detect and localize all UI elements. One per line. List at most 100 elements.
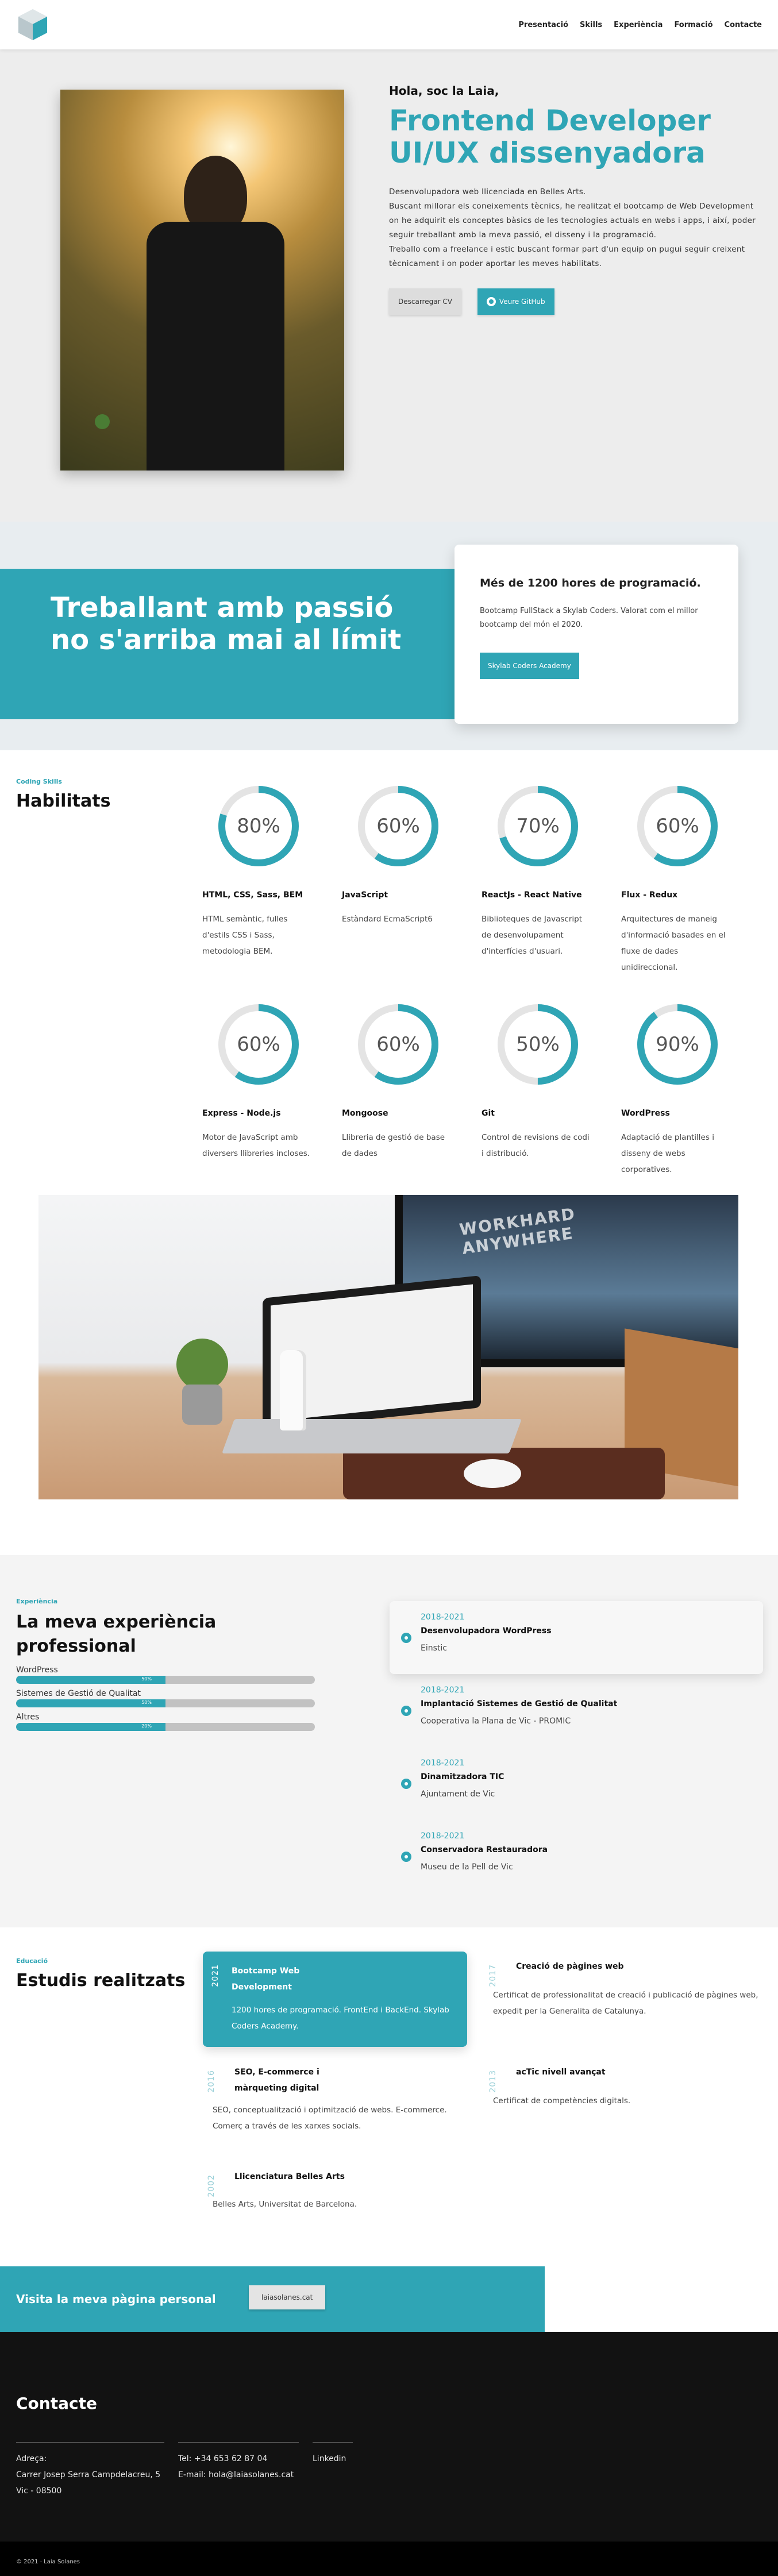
visit-text: Visita la meva pàgina personal [16,2292,216,2306]
skill-ring: 60% [636,785,719,867]
skill-ring: 60% [217,1003,300,1086]
progress-fill: 50% [16,1676,165,1684]
hero-desc-line3: Treballo com a freelance i estic buscant… [389,245,745,268]
contact-email[interactable]: E-mail: hola@laiasolanes.cat [178,2467,299,2483]
passion-section: Treballant amb passió no s'arriba mai al… [0,522,778,750]
address-line2: Vic - 08500 [16,2486,62,2496]
download-cv-button[interactable]: Descarregar CV [389,288,461,315]
skill-name: WordPress [621,1109,670,1118]
timeline-title: Conservadora Restauradora [421,1845,548,1854]
hero-desc-line2: Buscant millorar els coneixements tècnic… [389,202,756,240]
skill-item: 60% Flux - Redux Arquitectures de maneig d… [621,785,730,975]
skill-ring: 60% [357,1003,440,1086]
plant-leaves [176,1339,228,1390]
skylab-academy-button[interactable]: Skylab Coders Academy [480,653,579,679]
timeline-item[interactable]: 2018-2021 Conservadora Restauradora Muse… [390,1820,763,1893]
skill-name: Express - Node.js [202,1109,281,1118]
linkedin-link[interactable]: Linkedin [313,2451,353,2467]
progress-bar: 50% [16,1676,315,1684]
nav-experiencia[interactable]: Experiència [614,21,663,29]
education-title: Llicenciatura Belles Arts [234,2172,345,2181]
cube-logo-icon[interactable] [16,8,49,41]
skill-name: HTML, CSS, Sass, BEM [202,890,303,900]
progress-fill: 50% [16,1699,165,1707]
progress-bar: 50% [16,1699,315,1707]
photo-badge [95,414,110,429]
progress-fill: 20% [16,1723,165,1731]
skill-description: Biblioteques de Javascript de desenvolup… [482,915,582,956]
education-item[interactable]: 2016 SEO, E-commerce i màrqueting digita… [207,2064,465,2134]
experience-title: La meva experiència professional [16,1612,217,1656]
skill-name: Mongoose [342,1109,388,1118]
timeline-item[interactable]: 2018-2021 Dinamitzadora TIC Ajuntament d… [390,1747,763,1820]
contact-address: Adreça: Carrer Josep Serra Campdelacreu,… [16,2442,164,2499]
experience-timeline: 2018-2021 Desenvolupadora WordPress Eins… [390,1601,763,1893]
education-item[interactable]: 2013 acTic nivell avançat Certificat de … [488,2064,758,2109]
skill-percent: 90% [656,1033,699,1056]
visit-band: Visita la meva pàgina personal laiasolan… [0,2266,545,2332]
visit-section: Visita la meva pàgina personal laiasolan… [0,2266,778,2332]
hero-title-line1: Frontend Developer [389,104,711,137]
nav-contacte[interactable]: Contacte [725,21,762,29]
education-section: Educació Estudis realitzats 2021 Bootcam… [0,1927,778,2266]
education-year: 2002 [207,2174,216,2197]
education-item[interactable]: 2002 Llicenciatura Belles Arts Belles Ar… [207,2169,465,2212]
skill-description: Control de revisions de codi i distribuc… [482,1133,590,1158]
skill-item: 50% Git Control de revisions de codi i dis… [482,1003,591,1162]
github-button[interactable]: Veure GitHub [477,288,554,315]
education-year: 2013 [488,2070,498,2093]
experience-section: Experiència La meva experiència professi… [0,1555,778,1927]
timeline-company: Ajuntament de Vic [421,1790,495,1799]
plant-pot [182,1385,222,1425]
contact-phone[interactable]: Tel: +34 653 62 87 04 [178,2451,299,2467]
hero-buttons: Descarregar CV Veure GitHub [389,288,762,315]
skill-item: 80% HTML, CSS, Sass, BEM HTML semàntic, fu… [202,785,311,959]
address-line1: Carrer Josep Serra Campdelacreu, 5 [16,2470,161,2479]
skill-percent: 50% [516,1033,560,1056]
photo-bottle [280,1350,306,1430]
education-year: 2017 [488,1964,498,1987]
skill-item: 70% ReactJs - React Native Biblioteques de… [482,785,591,959]
progress-value: 50% [141,1676,152,1682]
hero-desc-line1: Desenvolupadora web llicenciada en Belle… [389,187,586,196]
education-item[interactable]: 2021 Bootcamp Web Development 1200 hores… [203,1952,467,2047]
bootcamp-card-title: Més de 1200 hores de programació. [480,577,701,589]
progress-value: 20% [141,1723,152,1729]
skill-ring: 90% [636,1003,719,1086]
skills-title: Habilitats [16,791,111,811]
bar-item: Altres 20% [16,1713,315,1731]
timeline-title: Implantació Sistemes de Gestió de Qualit… [421,1699,618,1709]
bar-item: Sistemes de Gestió de Qualitat 50% [16,1689,315,1707]
nav-skills[interactable]: Skills [580,21,602,29]
skill-description: Adaptació de plantilles i disseny de web… [621,1133,714,1174]
contact-title: Contacte [16,2394,97,2413]
timeline-item[interactable]: 2018-2021 Desenvolupadora WordPress Eins… [390,1601,763,1674]
contact-social: Linkedin [313,2442,353,2467]
timeline-company: Museu de la Pell de Vic [421,1862,513,1872]
timeline-dot-icon [401,1633,411,1643]
passion-title-line1: Treballant amb passió [51,592,394,624]
progress-value: 50% [141,1700,152,1705]
personal-site-button[interactable]: laiasolanes.cat [249,2285,326,2309]
address-label: Adreça: [16,2454,47,2463]
profile-photo [60,90,344,471]
photo-person-body [147,222,284,471]
education-year: 2021 [211,1964,220,1987]
skill-description: Estàndard EcmaScript6 [342,915,433,924]
photo-plant [176,1339,228,1425]
nav-presentacio[interactable]: Presentació [518,21,568,29]
nav-formacio[interactable]: Formació [674,21,712,29]
skill-description: Arquitectures de maneig d'informació bas… [621,915,726,972]
education-text: Certificat de professionalitat de creaci… [493,1991,758,2016]
monitor-text: WORKHARD ANYWHERE [458,1204,579,1258]
bar-label: WordPress [16,1665,58,1675]
skill-name: Flux - Redux [621,890,678,900]
photo-mouse [464,1459,521,1488]
hero-title-line2: UI/UX dissenyadora [389,136,706,169]
timeline-item[interactable]: 2018-2021 Implantació Sistemes de Gestió… [390,1674,763,1747]
education-tag: Educació [16,1957,48,1965]
education-item[interactable]: 2017 Creació de pàgines web Certificat d… [488,1958,758,2019]
experience-bars: WordPress 50% Sistemes de Gestió de Qual… [16,1665,315,1736]
github-button-label: Veure GitHub [499,298,545,306]
timeline-title: Dinamitzadora TIC [421,1772,504,1781]
